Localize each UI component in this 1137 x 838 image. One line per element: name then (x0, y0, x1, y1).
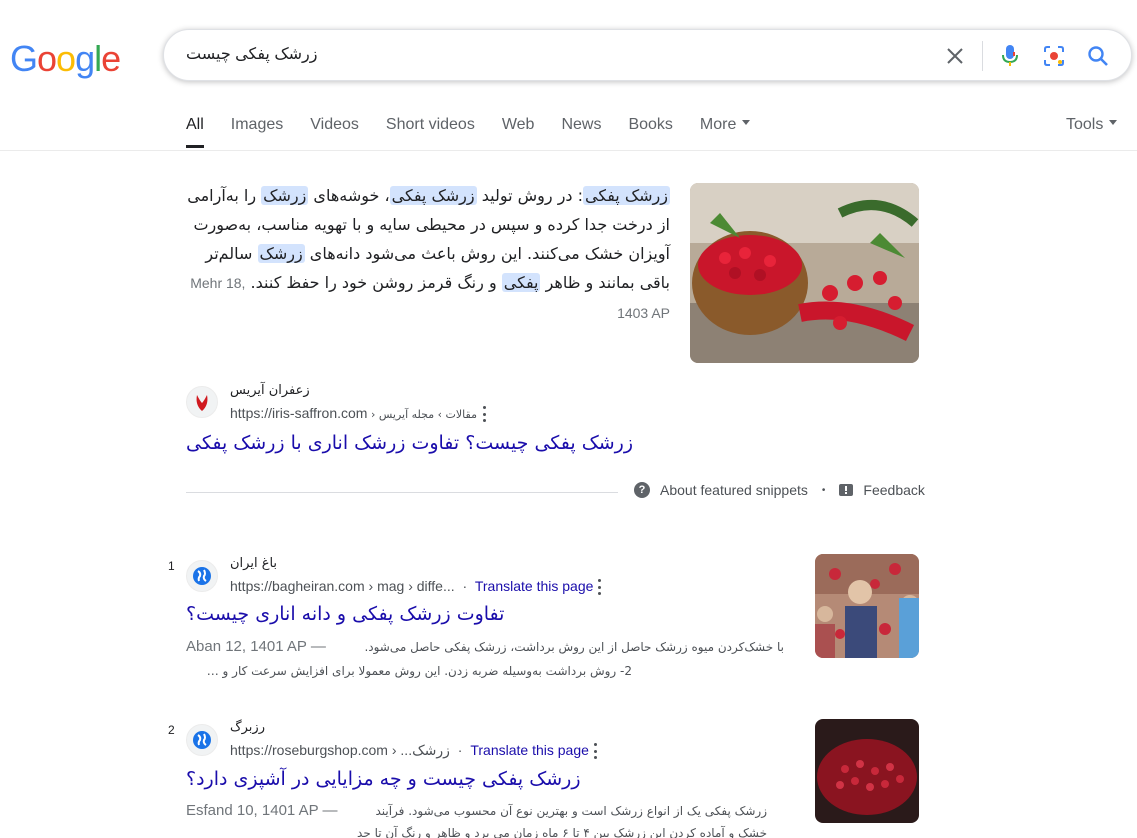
snippet-highlight: زرشک (257, 244, 305, 263)
result-snippet-line: زرشک پفکی یک از انواع زرشک است و بهترین … (375, 804, 767, 818)
url-separator: · (457, 742, 463, 758)
feedback-icon (839, 484, 854, 496)
tab-videos[interactable]: Videos (310, 116, 359, 136)
search-tabs: All Images Videos Short videos Web News … (186, 116, 777, 148)
result-title[interactable]: تفاوت زرشک پفکی و دانه اناری چیست؟ (186, 603, 504, 625)
result-thumbnail[interactable] (815, 719, 919, 823)
source-url-domain: https://iris-saffron.com (230, 405, 368, 421)
tab-all[interactable]: All (186, 116, 204, 148)
source-url[interactable]: https://iris-saffron.com › مقالات › مجله… (230, 405, 477, 421)
more-options-icon[interactable] (597, 579, 601, 595)
iris-saffron-favicon[interactable] (186, 386, 218, 418)
feedback-link[interactable]: Feedback (863, 482, 924, 498)
result-url[interactable]: https://bagheiran.com › mag › diffe... (230, 578, 455, 594)
snippet-divider (186, 492, 618, 493)
result-snippet-line: خشک و آماده کردن این زرشک بین ۴ تا ۶ ماه… (357, 826, 767, 838)
tabs-divider (0, 150, 1137, 151)
snippet-text: و رنگ قرمز روشن خود را حفظ کنند. (250, 273, 502, 292)
result-date: Esfand 10, 1401 AP — (186, 802, 338, 819)
result-snippet-line: 2- روش برداشت به‌وسیله ضربه زدن. این روش… (206, 664, 632, 678)
logo-letter: e (101, 38, 121, 79)
translate-page-link[interactable]: Translate this page (475, 578, 594, 594)
mic-icon[interactable] (997, 43, 1023, 69)
search-input[interactable]: زرشک پفکی چیست (186, 44, 318, 64)
result-url[interactable]: https://roseburgshop.com › ...زرشک (230, 742, 450, 758)
tab-images[interactable]: Images (231, 116, 283, 136)
tab-web[interactable]: Web (502, 116, 535, 136)
snippet-text: ، خوشه‌های (308, 186, 390, 205)
featured-snippet-text: زرشک پفکی: در روش تولید زرشک پفکی، خوشه‌… (186, 181, 670, 328)
result-site-name[interactable]: باغ ایران (230, 556, 277, 571)
tab-books[interactable]: Books (628, 116, 672, 136)
tab-short-videos[interactable]: Short videos (386, 116, 475, 136)
search-divider (982, 41, 983, 71)
snippet-text: : در روش تولید (476, 186, 584, 205)
tab-more[interactable]: More (699, 116, 751, 136)
close-icon[interactable] (942, 43, 968, 69)
more-options-icon[interactable] (593, 743, 597, 759)
result-rank: 1 (168, 559, 175, 573)
snippet-footer: ? About featured snippets • Feedback (634, 482, 925, 498)
google-logo[interactable]: Google (10, 38, 121, 80)
source-site-name[interactable]: زعفران آیریس (230, 383, 310, 398)
source-url-breadcrumb: › مقالات › مجله آیریس (367, 408, 477, 421)
tab-more-label: More (699, 116, 737, 133)
chevron-down-icon (742, 120, 751, 126)
lens-icon[interactable] (1041, 43, 1067, 69)
more-options-icon[interactable] (482, 406, 486, 422)
search-box[interactable]: زرشک پفکی چیست (163, 29, 1132, 81)
result-snippet-line: با خشک‌کردن میوه زرشک حاصل از این روش بر… (364, 640, 784, 654)
result-url-row: https://roseburgshop.com › ...زرشک · Tra… (230, 742, 589, 759)
url-separator: · (462, 578, 468, 594)
help-icon: ? (634, 482, 650, 498)
result-site-name[interactable]: رزبرگ (230, 720, 265, 735)
featured-result-title[interactable]: زرشک پفکی چیست؟ تفاوت زرشک اناری با زرشک… (186, 432, 633, 454)
result-date: Aban 12, 1401 AP — (186, 638, 326, 655)
logo-letter: G (10, 38, 38, 79)
globe-icon[interactable] (186, 560, 218, 592)
tools-label: Tools (1066, 116, 1104, 133)
barberry-bowl-image[interactable] (690, 183, 919, 363)
translate-page-link[interactable]: Translate this page (470, 742, 589, 758)
logo-letter: l (94, 38, 102, 79)
snippet-highlight: پفکی (501, 273, 541, 292)
result-title[interactable]: زرشک پفکی چیست و چه مزایایی در آشپزی دار… (186, 768, 581, 790)
logo-letter: o (56, 38, 76, 79)
snippet-highlight: زرشک پفکی (389, 186, 477, 205)
snippet-highlight: زرشک (261, 186, 309, 205)
snippet-highlight: زرشک پفکی (583, 186, 670, 205)
globe-icon[interactable] (186, 724, 218, 756)
chevron-down-icon (1109, 120, 1118, 126)
result-thumbnail[interactable] (815, 554, 919, 658)
logo-letter: o (37, 38, 57, 79)
logo-letter: g (75, 38, 95, 79)
tab-news[interactable]: News (561, 116, 601, 136)
result-url-row: https://bagheiran.com › mag › diffe... ·… (230, 578, 593, 594)
about-snippets-link[interactable]: About featured snippets (660, 482, 808, 498)
result-rank: 2 (168, 723, 175, 737)
footer-bullet: • (821, 484, 826, 496)
tools-button[interactable]: Tools (1066, 116, 1118, 134)
search-icon[interactable] (1085, 43, 1111, 69)
